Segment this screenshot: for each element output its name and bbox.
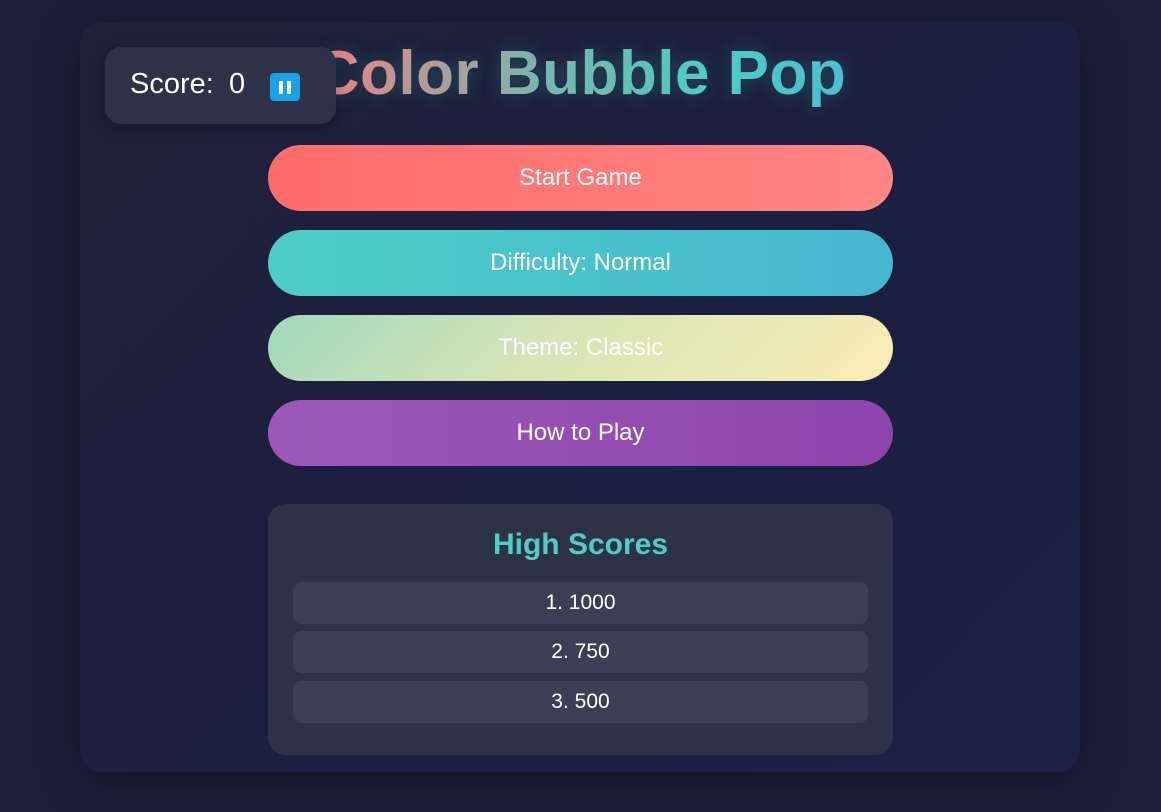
high-score-entry: 3. 500	[293, 681, 868, 723]
theme-button[interactable]: Theme: Classic	[268, 315, 893, 381]
high-scores-title: High Scores	[492, 528, 669, 561]
pause-icon	[279, 80, 283, 94]
pause-button[interactable]	[270, 73, 300, 101]
score-label: Score:	[130, 68, 214, 100]
score-value: 0	[229, 68, 246, 100]
start-game-button[interactable]: Start Game	[268, 145, 893, 211]
high-score-entry: 2. 750	[293, 631, 868, 673]
high-scores-panel: High Scores 1. 1000 2. 750 3. 500	[268, 504, 893, 755]
high-score-entry: 1. 1000	[293, 582, 868, 624]
score-display: Score: 0	[105, 47, 336, 124]
difficulty-button[interactable]: Difficulty: Normal	[268, 230, 893, 296]
pause-icon-bar	[287, 80, 291, 94]
how-to-play-button[interactable]: How to Play	[268, 400, 893, 466]
